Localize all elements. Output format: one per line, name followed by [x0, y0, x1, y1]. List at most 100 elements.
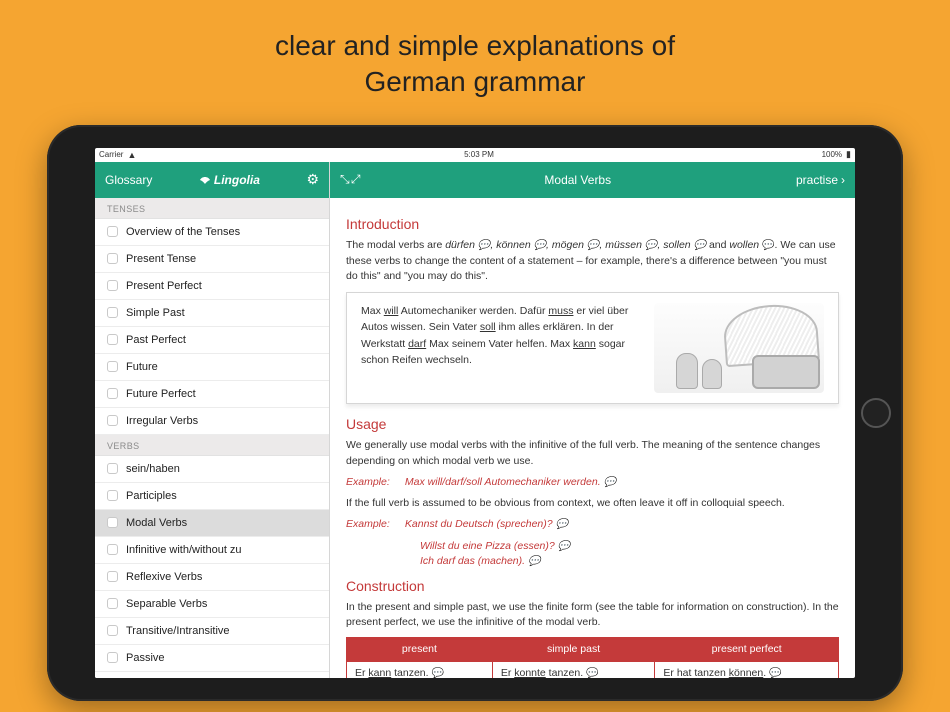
wifi-icon: ▲: [127, 150, 136, 160]
speech-bubble-icon[interactable]: 💬: [556, 519, 568, 530]
check-icon: [107, 388, 118, 399]
speech-bubble-icon[interactable]: 💬: [645, 240, 657, 251]
speech-bubble-icon[interactable]: 💬: [478, 240, 490, 251]
sidebar-item[interactable]: Past Perfect: [95, 327, 329, 354]
sidebar-item-label: Present Tense: [126, 253, 196, 265]
expand-icon[interactable]: ⤡ ⤢: [340, 172, 360, 187]
sidebar-item-label: Modal Verbs: [126, 517, 187, 529]
speech-bubble-icon[interactable]: 💬: [431, 668, 443, 678]
sidebar-item[interactable]: Future: [95, 354, 329, 381]
speech-bubble-icon[interactable]: 💬: [558, 541, 570, 552]
main-header: ⤡ ⤢ Modal Verbs practise ›: [330, 162, 855, 198]
sidebar-item[interactable]: sein/haben: [95, 456, 329, 483]
check-icon: [107, 415, 118, 426]
check-icon: [107, 625, 118, 636]
heading-construction: Construction: [346, 576, 839, 596]
sidebar-item[interactable]: Irregular Verbs: [95, 408, 329, 435]
illustration: [654, 303, 824, 393]
speech-bubble-icon[interactable]: 💬: [769, 668, 781, 678]
sidebar-item[interactable]: Imperative: [95, 672, 329, 678]
speech-bubble-icon[interactable]: 💬: [528, 556, 540, 567]
construction-paragraph: In the present and simple past, we use t…: [346, 600, 839, 630]
sidebar-item-label: Infinitive with/without zu: [126, 544, 242, 556]
sidebar-item[interactable]: Participles: [95, 483, 329, 510]
screen: Carrier ▲ 5:03 PM 100% ▮ Glossary Lingol…: [95, 148, 855, 678]
practise-button[interactable]: practise ›: [796, 173, 845, 187]
intro-example-text: Max will Automechaniker werden. Dafür mu…: [361, 303, 640, 393]
sidebar-item[interactable]: Present Perfect: [95, 273, 329, 300]
sidebar-item-label: Simple Past: [126, 307, 185, 319]
usage-example-2: Example: Kannst du Deutsch (sprechen)? 💬: [346, 517, 839, 533]
usage-paragraph-2: If the full verb is assumed to be obviou…: [346, 496, 839, 511]
speech-bubble-icon[interactable]: 💬: [587, 240, 599, 251]
sidebar-item[interactable]: Separable Verbs: [95, 591, 329, 618]
check-icon: [107, 652, 118, 663]
usage-example-1: Example: Max will/darf/soll Automechanik…: [346, 475, 839, 491]
logo-bird-icon: [199, 174, 211, 186]
sidebar-item[interactable]: Overview of the Tenses: [95, 219, 329, 246]
sidebar-item[interactable]: Passive: [95, 645, 329, 672]
app: Glossary Lingolia ⚙ TENSES Overview of t…: [95, 162, 855, 678]
intro-paragraph: The modal verbs are dürfen 💬, können 💬, …: [346, 238, 839, 284]
glossary-button[interactable]: Glossary: [105, 173, 152, 187]
check-icon: [107, 280, 118, 291]
battery-icon: ▮: [846, 149, 851, 160]
sidebar-item-label: Present Perfect: [126, 280, 202, 292]
th-present-perfect: present perfect: [655, 637, 839, 661]
section-title-verbs: VERBS: [95, 435, 329, 456]
sidebar-item[interactable]: Reflexive Verbs: [95, 564, 329, 591]
sidebar-item-modal-verbs[interactable]: Modal Verbs: [95, 510, 329, 537]
sidebar-item-label: sein/haben: [126, 463, 180, 475]
speech-bubble-icon[interactable]: 💬: [586, 668, 598, 678]
sidebar-item-label: Participles: [126, 490, 177, 502]
sidebar-item-label: Irregular Verbs: [126, 415, 198, 427]
usage-example-4: Ich darf das (machen). 💬: [346, 554, 839, 570]
sidebar-header: Glossary Lingolia ⚙: [95, 162, 329, 198]
status-bar: Carrier ▲ 5:03 PM 100% ▮: [95, 148, 855, 162]
check-icon: [107, 361, 118, 372]
section-title-tenses: TENSES: [95, 198, 329, 219]
sidebar-item-label: Past Perfect: [126, 334, 186, 346]
speech-bubble-icon[interactable]: 💬: [534, 240, 546, 251]
check-icon: [107, 571, 118, 582]
check-icon: [107, 307, 118, 318]
promo-title: clear and simple explanations of German …: [275, 28, 675, 101]
sidebar-item[interactable]: Future Perfect: [95, 381, 329, 408]
usage-example-3: Willst du eine Pizza (essen)? 💬: [346, 539, 839, 555]
chevron-right-icon: ›: [841, 173, 845, 187]
content-area[interactable]: Introduction The modal verbs are dürfen …: [330, 198, 855, 678]
check-icon: [107, 226, 118, 237]
speech-bubble-icon[interactable]: 💬: [762, 240, 774, 251]
table-row: Er kann tanzen. 💬 Er konnte tanzen. 💬 Er…: [347, 661, 839, 677]
home-button[interactable]: [861, 398, 891, 428]
speech-bubble-icon[interactable]: 💬: [604, 477, 616, 488]
heading-introduction: Introduction: [346, 214, 839, 234]
intro-example-card: Max will Automechaniker werden. Dafür mu…: [346, 292, 839, 404]
th-present: present: [347, 637, 493, 661]
check-icon: [107, 544, 118, 555]
sidebar-item[interactable]: Present Tense: [95, 246, 329, 273]
lingolia-logo: Lingolia: [199, 173, 260, 187]
sidebar-item-label: Future Perfect: [126, 388, 196, 400]
tablet-device: Carrier ▲ 5:03 PM 100% ▮ Glossary Lingol…: [47, 125, 903, 701]
gear-icon[interactable]: ⚙: [306, 171, 319, 188]
sidebar-item-label: Overview of the Tenses: [126, 226, 240, 238]
th-simple-past: simple past: [492, 637, 655, 661]
check-icon: [107, 598, 118, 609]
check-icon: [107, 463, 118, 474]
check-icon: [107, 334, 118, 345]
sidebar-content[interactable]: TENSES Overview of the Tenses Present Te…: [95, 198, 329, 678]
check-icon: [107, 253, 118, 264]
usage-paragraph-1: We generally use modal verbs with the in…: [346, 438, 839, 468]
check-icon: [107, 490, 118, 501]
check-icon: [107, 517, 118, 528]
speech-bubble-icon[interactable]: 💬: [694, 240, 706, 251]
sidebar-item[interactable]: Transitive/Intransitive: [95, 618, 329, 645]
sidebar-item[interactable]: Infinitive with/without zu: [95, 537, 329, 564]
page-title: Modal Verbs: [544, 173, 611, 187]
main-pane: ⤡ ⤢ Modal Verbs practise › Introduction …: [330, 162, 855, 678]
sidebar-item-label: Passive: [126, 652, 165, 664]
sidebar: Glossary Lingolia ⚙ TENSES Overview of t…: [95, 162, 330, 678]
battery-label: 100%: [822, 150, 842, 159]
sidebar-item[interactable]: Simple Past: [95, 300, 329, 327]
